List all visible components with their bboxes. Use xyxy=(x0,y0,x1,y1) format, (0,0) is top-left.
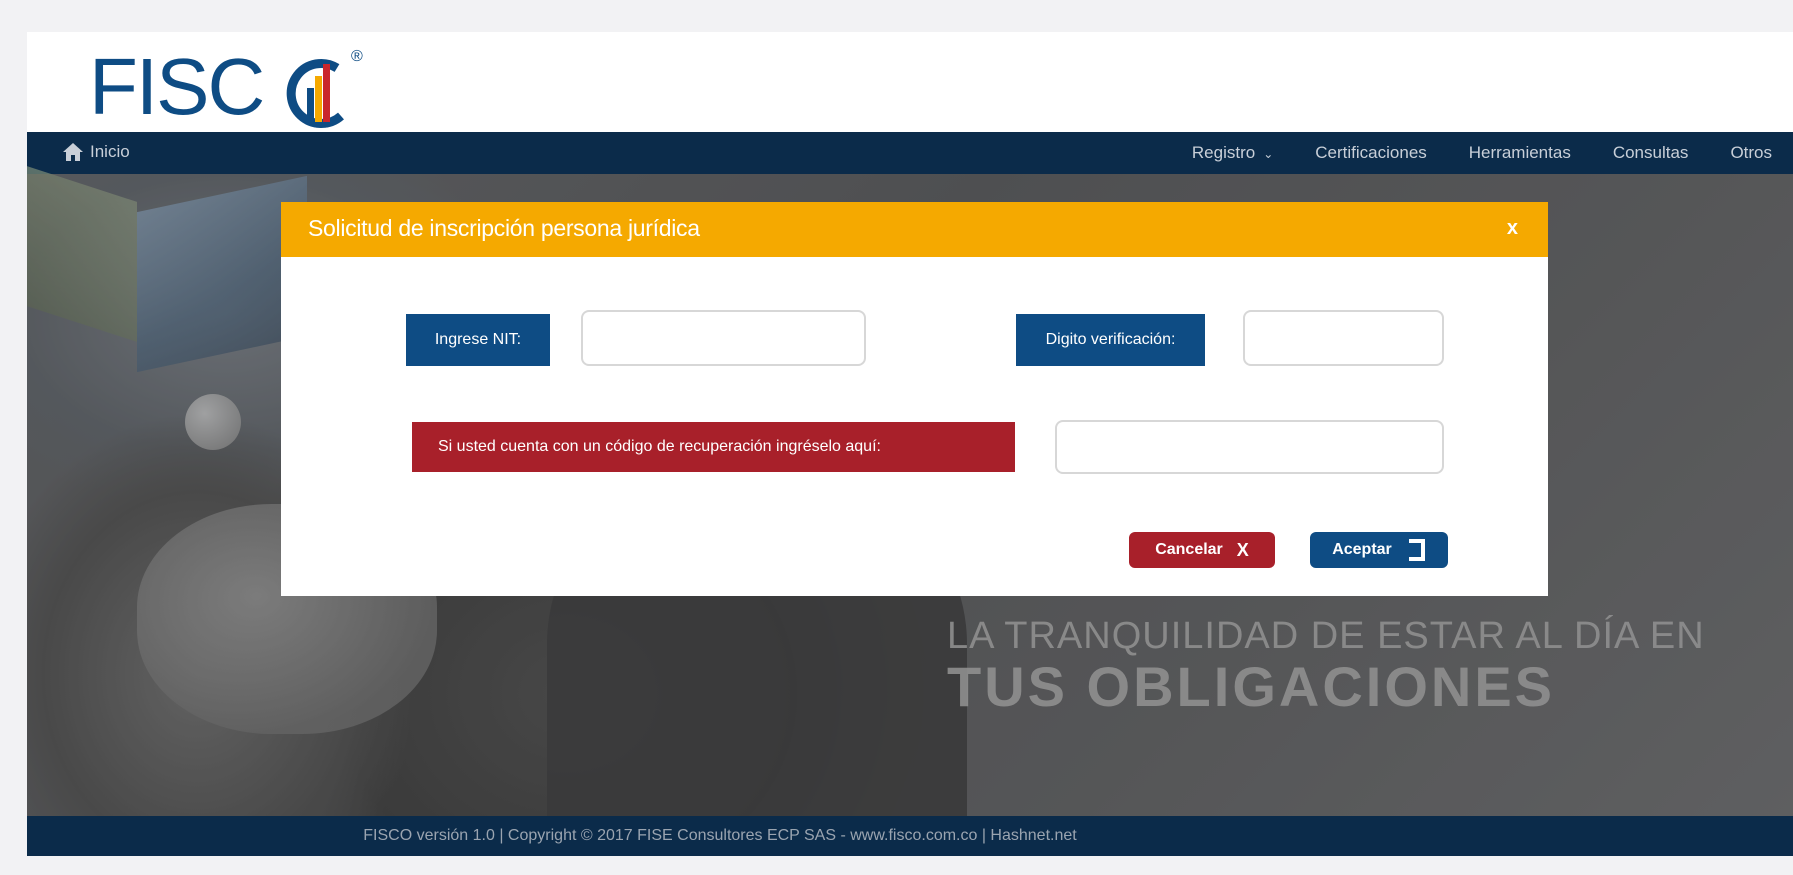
cancel-button[interactable]: Cancelar X xyxy=(1129,532,1275,568)
sign-in-icon xyxy=(1408,539,1425,561)
nav-item-herramientas[interactable]: Herramientas xyxy=(1448,132,1592,174)
accept-button[interactable]: Aceptar xyxy=(1310,532,1448,568)
chevron-down-icon: ⌄ xyxy=(1263,146,1274,161)
accept-button-label: Aceptar xyxy=(1332,541,1392,558)
tagline-line1: LA TRANQUILIDAD DE ESTAR AL DÍA EN xyxy=(947,615,1705,657)
modal-header: Solicitud de inscripción persona jurídic… xyxy=(281,202,1548,257)
tagline-line2: TUS OBLIGACIONES xyxy=(947,655,1556,718)
recovery-code-input[interactable] xyxy=(1055,420,1444,474)
nav-item-certificaciones[interactable]: Certificaciones xyxy=(1294,132,1448,174)
home-icon xyxy=(63,143,83,161)
top-navbar: Inicio Registro ⌄ Certificaciones Herrami… xyxy=(27,132,1793,174)
nit-input[interactable] xyxy=(581,310,866,366)
nit-label: Ingrese NIT: xyxy=(406,314,550,366)
nav-item-consultas[interactable]: Consultas xyxy=(1592,132,1710,174)
footer: FISCO versión 1.0 | Copyright © 2017 FIS… xyxy=(27,816,1793,856)
header: FISC ® xyxy=(27,32,1793,132)
nav-item-label: Registro xyxy=(1191,142,1256,162)
modal-title: Solicitud de inscripción persona jurídic… xyxy=(308,215,700,241)
nav-menu: Registro ⌄ Certificaciones Herramientas C… xyxy=(1171,132,1793,174)
nav-item-registro[interactable]: Registro ⌄ xyxy=(1171,132,1294,175)
nav-home-label: Inicio xyxy=(90,142,130,161)
footer-text: FISCO versión 1.0 | Copyright © 2017 FIS… xyxy=(363,827,1077,844)
registered-mark: ® xyxy=(351,48,363,65)
verification-digit-input[interactable] xyxy=(1243,310,1444,366)
registration-modal: Solicitud de inscripción persona jurídic… xyxy=(281,202,1548,596)
cancel-button-label: Cancelar xyxy=(1155,541,1223,558)
nav-item-otros[interactable]: Otros xyxy=(1709,132,1793,174)
nav-home-link[interactable]: Inicio xyxy=(62,142,130,162)
page: FISC ® Inicio Registro ⌄ Certificaciones … xyxy=(27,32,1793,856)
close-icon[interactable]: x xyxy=(1507,217,1518,240)
recovery-code-label: Si usted cuenta con un código de recuper… xyxy=(412,422,1015,472)
logo-chart-icon xyxy=(286,59,344,128)
verification-digit-label: Digito verificación: xyxy=(1016,314,1205,366)
logo-text: FISC xyxy=(89,42,265,131)
close-x-icon: X xyxy=(1236,539,1249,560)
hero-tagline: LA TRANQUILIDAD DE ESTAR AL DÍA EN TUS O… xyxy=(947,614,1705,716)
